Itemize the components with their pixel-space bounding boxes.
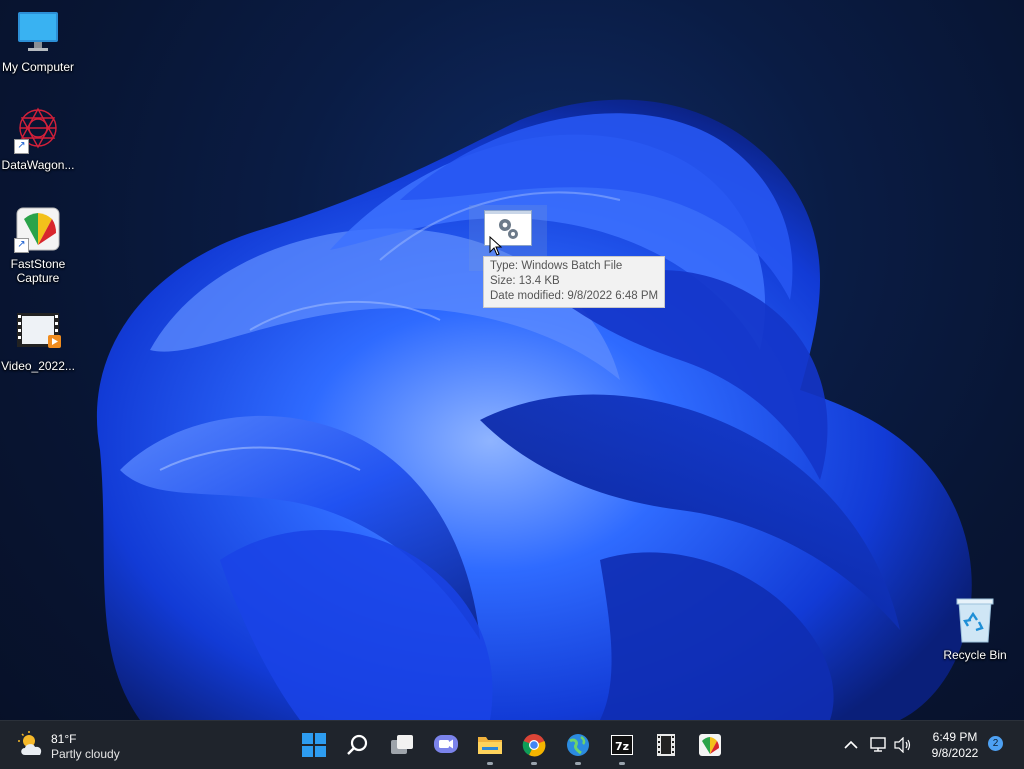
search-icon — [347, 734, 368, 755]
recycle-bin-icon — [951, 596, 999, 644]
clock-time: 6:49 PM — [932, 730, 978, 744]
search-button[interactable] — [342, 729, 374, 761]
tooltip-size: Size: 13.4 KB — [490, 275, 560, 287]
mouse-cursor-icon — [489, 236, 503, 256]
desktop-icon-video-file[interactable]: Video_2022... — [0, 307, 76, 373]
running-indicator — [619, 762, 625, 765]
desktop-icon-label: My Computer — [1, 60, 75, 74]
chat-button[interactable] — [430, 729, 462, 761]
video-editor-button[interactable] — [650, 729, 682, 761]
desktop-wallpaper — [0, 0, 1024, 720]
clock-button[interactable]: 6:49 PM 9/8/2022 — [920, 729, 990, 761]
task-view-icon — [391, 735, 413, 754]
chrome-icon — [522, 734, 546, 757]
start-button[interactable] — [298, 729, 330, 761]
taskbar: 81°F Partly cloudy 7z 6:49 PM 9/8/2022 — [0, 720, 1024, 769]
file-info-tooltip: Type: Windows Batch File Size: 13.4 KB D… — [483, 256, 666, 308]
monitor-icon — [14, 8, 62, 56]
running-indicator — [487, 762, 493, 765]
tooltip-type: Type: Windows Batch File — [490, 260, 623, 272]
running-indicator — [575, 762, 581, 765]
7zip-button[interactable]: 7z — [606, 729, 638, 765]
desktop-icon-label: Recycle Bin — [943, 648, 1007, 662]
notification-count-badge[interactable]: 2 — [988, 736, 1003, 751]
tooltip-date-modified: Date modified: 9/8/2022 6:48 PM — [490, 290, 659, 302]
folder-icon — [478, 737, 502, 754]
partly-cloudy-icon — [18, 731, 42, 755]
globe-icon — [567, 734, 589, 756]
desktop-icon-my-computer[interactable]: My Computer — [0, 8, 76, 74]
running-indicator — [531, 762, 537, 765]
volume-button[interactable] — [887, 729, 919, 761]
weather-condition: Partly cloudy — [51, 747, 120, 761]
datawagon-app-icon: ↗ — [14, 106, 62, 154]
desktop-icon-label: Video_2022... — [1, 359, 75, 373]
shortcut-arrow-icon: ↗ — [14, 238, 29, 253]
network-icon — [870, 737, 886, 752]
edge-button[interactable] — [562, 729, 594, 765]
volume-icon — [894, 737, 911, 753]
shortcut-arrow-icon: ↗ — [14, 139, 29, 154]
video-file-icon — [14, 307, 62, 355]
7zip-icon: 7z — [611, 735, 633, 755]
chevron-up-icon — [844, 740, 858, 749]
clock-date: 9/8/2022 — [931, 746, 979, 760]
faststone-capture-icon: ↗ — [14, 205, 62, 253]
desktop-icon-recycle-bin[interactable]: Recycle Bin — [937, 596, 1013, 662]
teams-chat-icon — [434, 735, 458, 753]
svg-text:7z: 7z — [615, 740, 629, 753]
desktop-icon-faststone-capture[interactable]: ↗ FastStone Capture — [0, 205, 76, 285]
task-view-button[interactable] — [386, 729, 418, 761]
weather-temperature: 81°F — [51, 732, 77, 746]
weather-widget[interactable]: 81°F Partly cloudy — [18, 731, 120, 761]
desktop-icon-label: DataWagon... — [1, 158, 75, 172]
windows-start-icon — [302, 733, 326, 757]
faststone-taskbar-icon — [699, 734, 721, 756]
bloom-wallpaper-graphic — [96, 99, 972, 720]
desktop-icon-label: FastStone Capture — [10, 257, 66, 285]
film-icon — [657, 734, 675, 756]
file-explorer-button[interactable] — [474, 729, 506, 765]
chrome-button[interactable] — [518, 729, 550, 765]
faststone-taskbar-button[interactable] — [694, 729, 726, 761]
desktop-icon-datawagon[interactable]: ↗ DataWagon... — [0, 106, 76, 172]
